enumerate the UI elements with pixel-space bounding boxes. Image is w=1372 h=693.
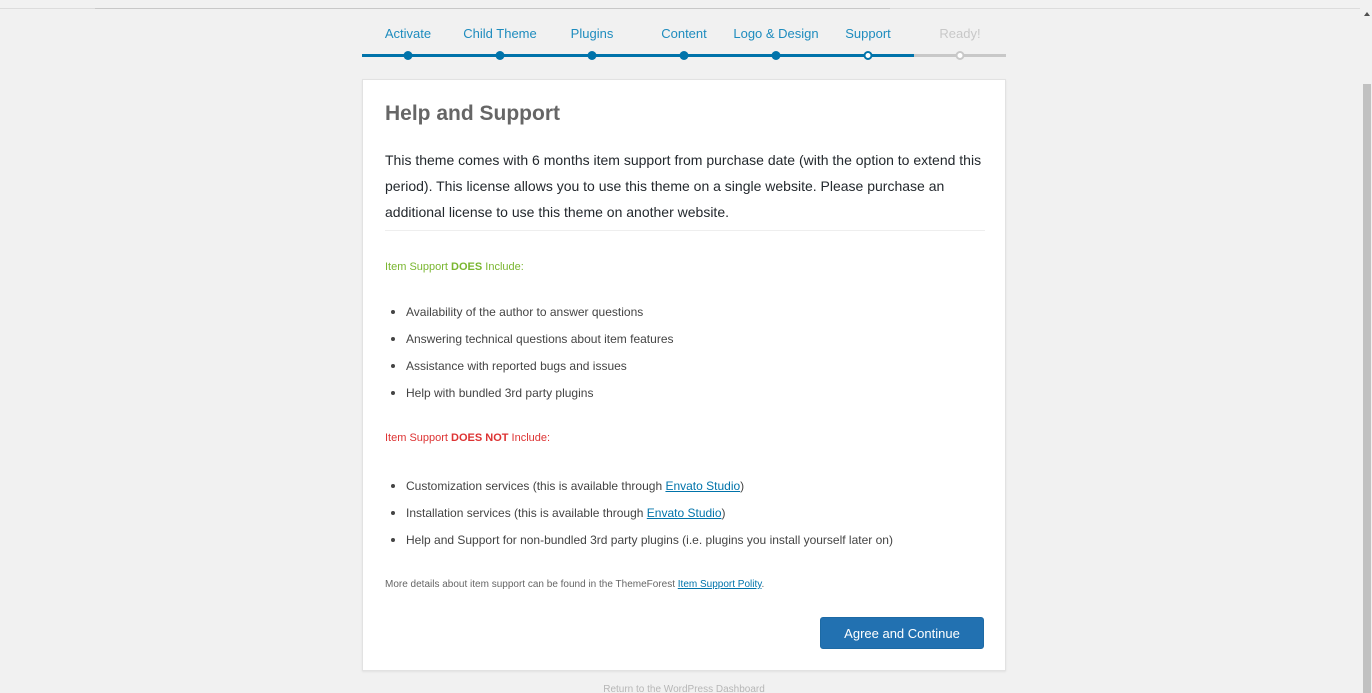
- return-to-dashboard-link[interactable]: Return to the WordPress Dashboard: [0, 684, 1368, 693]
- list-item: Answering technical questions about item…: [385, 332, 674, 359]
- scroll-up-arrow-icon[interactable]: [1364, 12, 1370, 16]
- includes-heading: Item Support DOES Include:: [385, 261, 524, 273]
- scrollbar-thumb[interactable]: [1363, 84, 1371, 693]
- step-dot-plugins: [587, 51, 597, 60]
- list-item: Help with bundled 3rd party plugins: [385, 386, 674, 413]
- scrollbar[interactable]: [1362, 0, 1372, 693]
- envato-studio-link[interactable]: Envato Studio: [647, 506, 722, 520]
- step-plugins[interactable]: Plugins: [571, 26, 614, 41]
- step-child-theme[interactable]: Child Theme: [463, 26, 536, 41]
- page-title: Help and Support: [385, 102, 560, 125]
- item-support-policy-link[interactable]: Item Support Polity: [678, 579, 762, 590]
- progress-track-done: [362, 54, 914, 57]
- list-item: Availability of the author to answer que…: [385, 305, 674, 332]
- step-logo-design[interactable]: Logo & Design: [733, 26, 818, 41]
- support-card: Help and Support This theme comes with 6…: [362, 79, 1006, 671]
- envato-studio-link[interactable]: Envato Studio: [665, 479, 740, 493]
- excludes-list: Customization services (this is availabl…: [385, 479, 893, 560]
- list-item: Help and Support for non-bundled 3rd par…: [385, 533, 893, 560]
- excludes-heading: Item Support DOES NOT Include:: [385, 432, 551, 444]
- step-dot-activate: [403, 51, 413, 60]
- list-item: Customization services (this is availabl…: [385, 479, 893, 506]
- step-dot-logo-design: [771, 51, 781, 60]
- top-border-dark: [95, 8, 890, 9]
- step-support[interactable]: Support: [845, 26, 891, 41]
- top-border: [0, 8, 1360, 9]
- list-item: Installation services (this is available…: [385, 506, 893, 533]
- step-content[interactable]: Content: [661, 26, 707, 41]
- step-dot-ready: [955, 51, 965, 60]
- setup-wizard-steps: Activate Child Theme Plugins Content Log…: [362, 12, 1006, 78]
- list-item: Assistance with reported bugs and issues: [385, 359, 674, 386]
- step-dot-content: [679, 51, 689, 60]
- step-ready: Ready!: [939, 26, 981, 41]
- step-dot-child-theme: [495, 51, 505, 60]
- agree-and-continue-button[interactable]: Agree and Continue: [820, 617, 984, 649]
- support-intro: This theme comes with 6 months item supp…: [385, 152, 982, 220]
- divider: [385, 230, 985, 231]
- includes-list: Availability of the author to answer que…: [385, 305, 674, 413]
- step-dot-support: [863, 51, 873, 60]
- support-details: More details about item support can be f…: [385, 579, 765, 590]
- step-activate[interactable]: Activate: [385, 26, 431, 41]
